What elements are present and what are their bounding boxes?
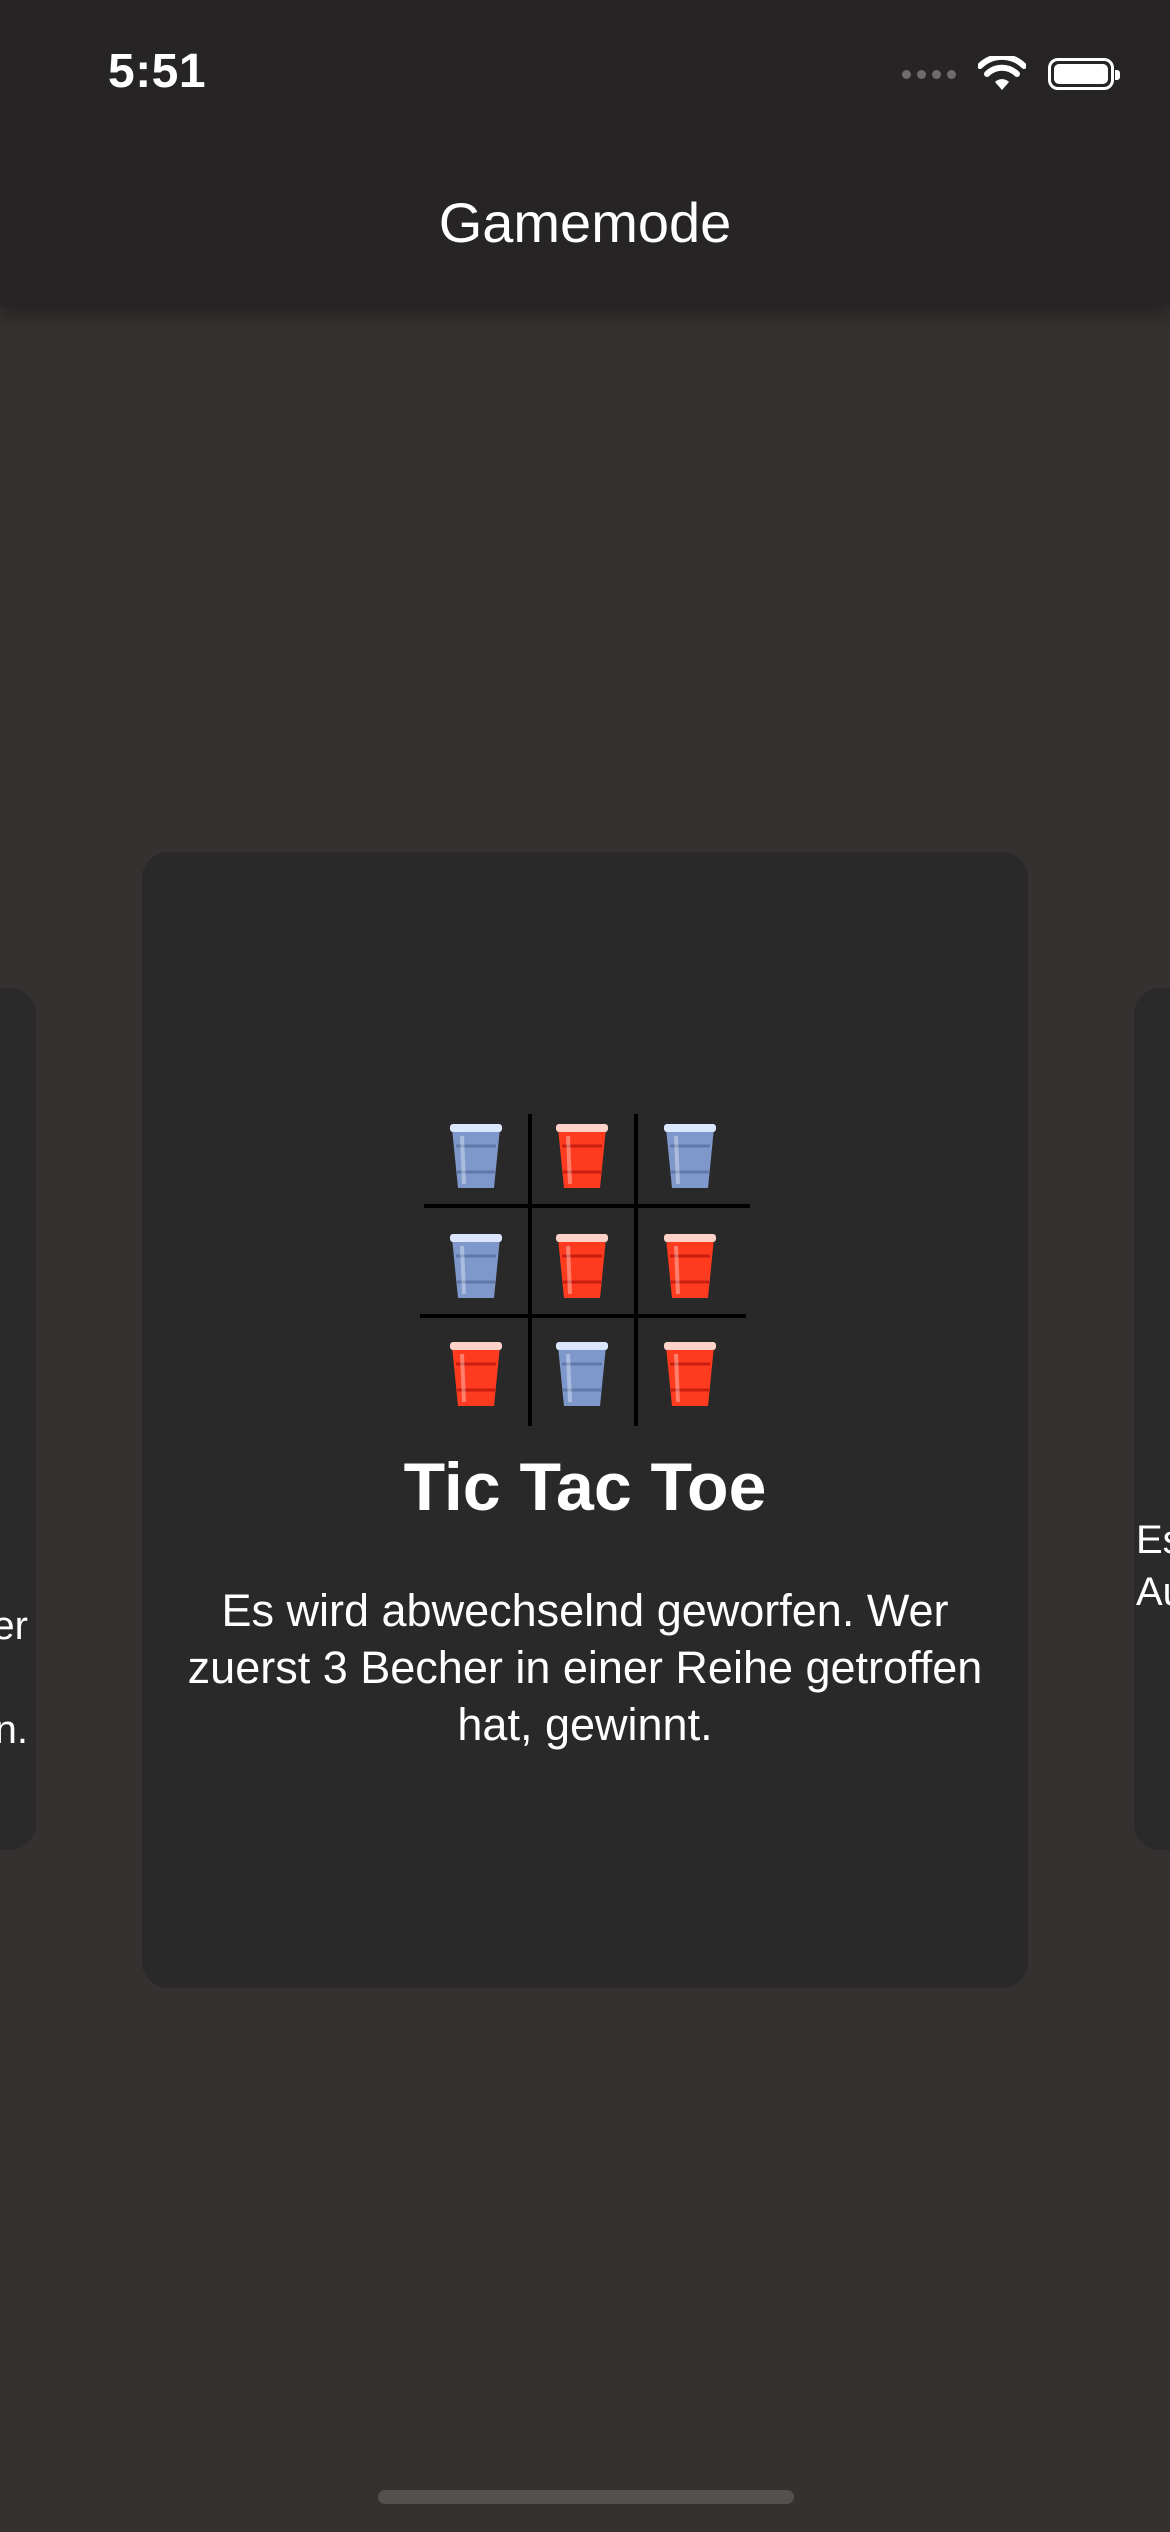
- page-title: Gamemode: [438, 191, 732, 254]
- next-card-text: Es Au: [1136, 1518, 1170, 1614]
- gamemode-description: Es wird abwechselnd geworfen. Wer zuerst…: [187, 1585, 983, 1750]
- blue-cup-icon: [556, 1342, 608, 1406]
- red-cup-icon: [556, 1234, 608, 1298]
- wifi-icon: [978, 56, 1026, 90]
- next-gamemode-card[interactable]: Es Au: [1134, 988, 1170, 1850]
- navigation-bar: 5:51 Gamemode: [0, 0, 1170, 306]
- previous-gamemode-card[interactable]: er n.: [0, 988, 36, 1850]
- gamemode-card-tic-tac-toe[interactable]: Tic Tac Toe Es wird abwechselnd geworfen…: [142, 852, 1028, 1988]
- red-cup-icon: [450, 1342, 502, 1406]
- blue-cup-icon: [664, 1124, 716, 1188]
- gamemode-title: Tic Tac Toe: [403, 1449, 767, 1525]
- home-indicator[interactable]: [378, 2490, 794, 2504]
- red-cup-icon: [556, 1124, 608, 1188]
- status-icons: [902, 52, 1120, 96]
- battery-icon: [1048, 58, 1120, 90]
- red-cup-icon: [664, 1234, 716, 1298]
- screen: 5:51 Gamemode er n. Es Au: [0, 0, 1170, 2532]
- cellular-signal-icon: [902, 69, 956, 79]
- previous-card-text: er n.: [0, 1604, 28, 1752]
- blue-cup-icon: [450, 1124, 502, 1188]
- tic-tac-toe-board-illustration: [420, 1114, 750, 1426]
- red-cup-icon: [664, 1342, 716, 1406]
- status-time: 5:51: [108, 45, 207, 98]
- blue-cup-icon: [450, 1234, 502, 1298]
